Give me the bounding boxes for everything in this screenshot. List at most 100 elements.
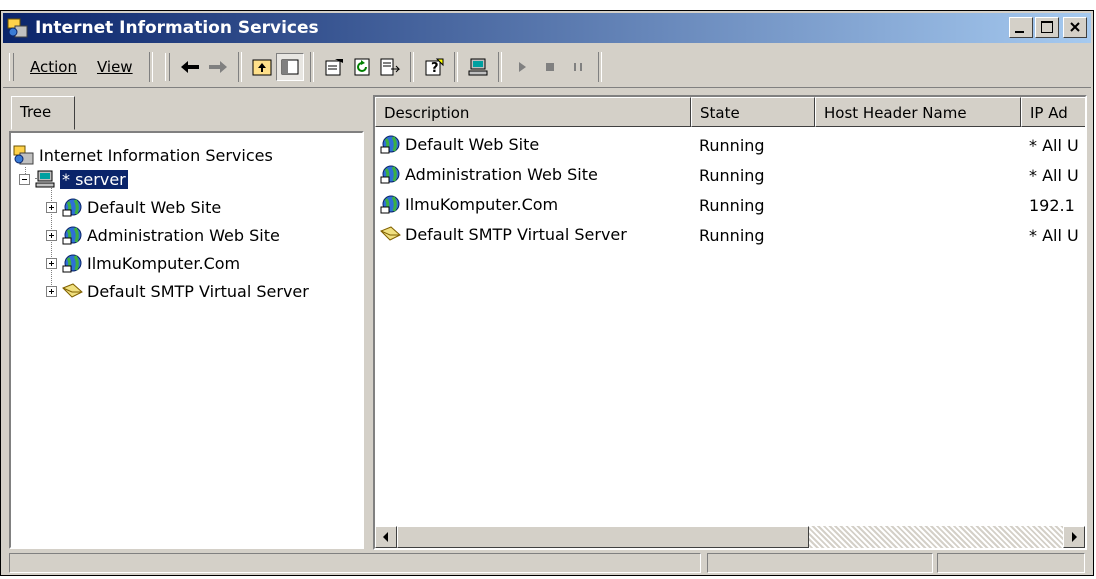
show-hide-tree-icon [281, 59, 299, 75]
expand-icon[interactable] [46, 257, 57, 269]
column-header-host-header[interactable]: Host Header Name [815, 97, 1021, 127]
state-cell: Running [699, 226, 765, 245]
tree-view[interactable]: Internet Information Services * server D… [9, 131, 364, 549]
minimize-button[interactable] [1009, 17, 1033, 38]
iis-window: Internet Information Services Action Vie… [0, 10, 1094, 576]
column-header-state[interactable]: State [691, 97, 815, 127]
tree-item-smtp[interactable]: Default SMTP Virtual Server [46, 279, 309, 303]
tree-item-label: * server [60, 169, 128, 189]
up-one-level-button[interactable] [248, 53, 276, 81]
scroll-thumb[interactable] [397, 526, 809, 548]
column-header-ip-address[interactable]: IP Ad [1021, 97, 1085, 127]
status-panel-right [937, 553, 1085, 573]
expand-icon[interactable] [46, 201, 57, 213]
computer-icon [468, 58, 488, 76]
description-cell: Default SMTP Virtual Server [405, 224, 627, 244]
description-cell: Default Web Site [405, 134, 540, 154]
maximize-button[interactable] [1035, 17, 1059, 38]
back-button[interactable] [176, 53, 204, 81]
column-header-description[interactable]: Description [375, 97, 691, 127]
tree-item-site[interactable]: Default Web Site [46, 195, 221, 219]
state-cell: Running [699, 136, 765, 155]
refresh-icon [354, 58, 370, 76]
globe-icon [62, 226, 82, 245]
toolbar-grip[interactable] [9, 53, 14, 81]
up-folder-icon [252, 59, 272, 76]
status-panel-middle [707, 553, 933, 573]
expand-icon[interactable] [46, 285, 57, 297]
toolbar-grip[interactable] [164, 53, 170, 81]
connect-computer-button[interactable] [464, 53, 492, 81]
close-button[interactable] [1063, 17, 1087, 38]
envelope-icon [380, 226, 401, 241]
right-arrow-icon [1072, 532, 1077, 542]
tree-item-server[interactable]: * server [19, 167, 128, 191]
toolbar-separator [453, 52, 458, 82]
tree-item-label: Default SMTP Virtual Server [87, 281, 309, 301]
status-panel-main [9, 553, 701, 573]
export-list-button[interactable] [376, 53, 404, 81]
globe-icon [380, 135, 400, 154]
toolbar-separator [597, 52, 602, 82]
start-button[interactable] [508, 53, 536, 81]
description-cell: Administration Web Site [405, 164, 598, 184]
tree-item-label: Administration Web Site [87, 225, 280, 245]
tree-item-label: Default Web Site [87, 197, 222, 217]
toolbar: Action View ? [3, 47, 1091, 88]
help-button[interactable]: ? [420, 53, 448, 81]
computer-icon [35, 170, 55, 188]
tree-item-site[interactable]: IlmuKomputer.Com [46, 251, 240, 275]
properties-button[interactable] [320, 53, 348, 81]
envelope-icon [62, 283, 83, 298]
globe-icon [380, 165, 400, 184]
globe-icon [380, 195, 400, 214]
toolbar-separator [148, 52, 153, 82]
state-cell: Running [699, 196, 765, 215]
tree-item-label: IlmuKomputer.Com [87, 253, 241, 273]
tree-item-site[interactable]: Administration Web Site [46, 223, 280, 247]
horizontal-scrollbar[interactable] [375, 526, 1085, 548]
expand-icon[interactable] [46, 229, 57, 241]
properties-icon [325, 59, 343, 76]
left-arrow-icon [383, 532, 388, 542]
list-item[interactable]: Default Web Site [379, 131, 539, 157]
forward-button[interactable] [204, 53, 232, 81]
help-icon: ? [425, 58, 444, 76]
list-item[interactable]: Default SMTP Virtual Server [379, 221, 627, 247]
refresh-button[interactable] [348, 53, 376, 81]
collapse-icon[interactable] [19, 173, 30, 185]
ip-cell: 192.1 [1029, 196, 1075, 215]
stop-button[interactable] [536, 53, 564, 81]
export-list-icon [380, 58, 400, 76]
details-list[interactable]: Description State Host Header Name IP Ad… [373, 95, 1087, 550]
globe-icon [62, 198, 82, 217]
ip-cell: * All U [1029, 226, 1079, 245]
stop-icon [545, 63, 554, 71]
action-menu[interactable]: Action [20, 58, 87, 76]
iis-root-icon [13, 145, 34, 165]
tree-pane: Tree Internet Information Services * ser… [9, 95, 364, 550]
show-hide-tree-button[interactable] [275, 53, 304, 81]
iis-app-icon [7, 17, 29, 39]
ip-cell: * All U [1029, 136, 1079, 155]
window-title: Internet Information Services [35, 18, 319, 38]
scroll-right-button[interactable] [1063, 526, 1085, 548]
start-icon [518, 62, 526, 72]
tree-item-root[interactable]: Internet Information Services [13, 143, 273, 167]
state-cell: Running [699, 166, 765, 185]
ip-cell: * All U [1029, 166, 1079, 185]
toolbar-separator [409, 52, 414, 82]
pause-button[interactable] [564, 53, 592, 81]
tree-item-label: Internet Information Services [39, 145, 273, 165]
title-bar[interactable]: Internet Information Services [3, 13, 1091, 43]
list-item[interactable]: Administration Web Site [379, 161, 598, 187]
tab-tree[interactable]: Tree [11, 96, 75, 130]
toolbar-separator [309, 52, 314, 82]
list-item[interactable]: IlmuKomputer.Com [379, 191, 558, 217]
view-menu[interactable]: View [87, 58, 143, 76]
forward-arrow-icon [208, 61, 227, 73]
svg-text:?: ? [431, 61, 439, 76]
scroll-left-button[interactable] [375, 526, 397, 548]
description-cell: IlmuKomputer.Com [405, 194, 559, 214]
back-arrow-icon [180, 61, 199, 73]
